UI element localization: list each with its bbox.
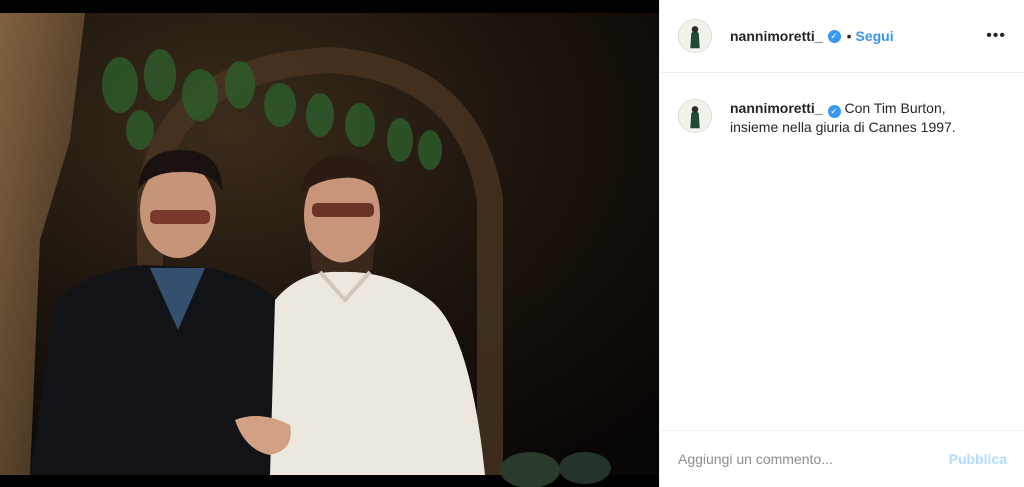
verified-badge-icon: ✓ (827, 29, 841, 43)
avatar-icon (679, 20, 711, 52)
caption-avatar[interactable] (678, 99, 712, 133)
author-username[interactable]: nannimoretti_ (730, 28, 823, 44)
comment-bar: Pubblica (660, 430, 1024, 487)
caption-username[interactable]: nannimoretti_ (730, 100, 823, 116)
more-options-icon[interactable]: ••• (986, 27, 1006, 45)
post-side-panel: nannimoretti_ ✓ • Segui ••• nannimoretti… (659, 0, 1024, 487)
publish-button[interactable]: Pubblica (949, 451, 1007, 467)
post-photo[interactable] (0, 0, 659, 487)
comment-input[interactable] (678, 451, 949, 467)
author-avatar[interactable] (678, 19, 712, 53)
photo-image (0, 0, 659, 487)
post-header: nannimoretti_ ✓ • Segui ••• (660, 0, 1024, 73)
verified-badge-icon: ✓ (827, 105, 841, 118)
separator-dot: • (846, 28, 852, 44)
caption-text-block: nannimoretti_ ✓ Con Tim Burton, insieme n… (730, 99, 995, 137)
avatar-icon (679, 100, 711, 132)
follow-button[interactable]: Segui (855, 28, 893, 44)
post-caption: nannimoretti_ ✓ Con Tim Burton, insieme n… (660, 73, 1024, 137)
